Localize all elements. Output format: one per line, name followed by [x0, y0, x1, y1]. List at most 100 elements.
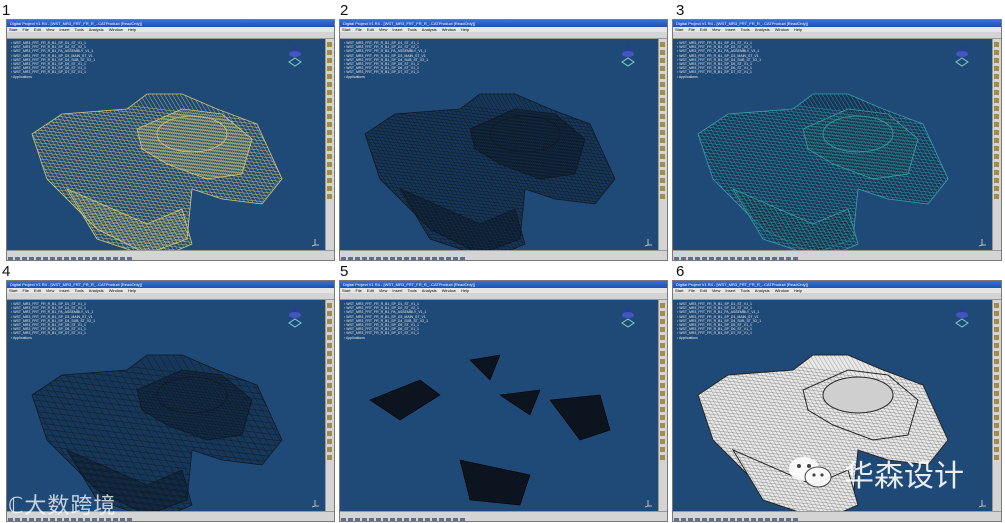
toolbar-button-icon[interactable] [327, 146, 332, 151]
toolbar-button-icon[interactable] [674, 518, 679, 521]
toolbar-button-icon[interactable] [660, 375, 665, 380]
toolbar-button-icon[interactable] [660, 439, 665, 444]
toolbar-button-icon[interactable] [425, 518, 430, 521]
toolbar-button-icon[interactable] [660, 327, 665, 332]
toolbar-button-icon[interactable] [994, 303, 999, 308]
part-mesh[interactable] [7, 39, 326, 251]
toolbar-button-icon[interactable] [994, 319, 999, 324]
toolbar-button-icon[interactable] [994, 50, 999, 55]
part-mesh[interactable] [340, 39, 659, 251]
toolbar-button-icon[interactable] [994, 447, 999, 452]
toolbar-button-icon[interactable] [737, 257, 742, 260]
toolbar-button-icon[interactable] [327, 114, 332, 119]
toolbar-button-icon[interactable] [716, 518, 721, 521]
toolbar-button-icon[interactable] [779, 257, 784, 260]
toolbar-button-icon[interactable] [453, 257, 458, 260]
toolbar-button-icon[interactable] [660, 367, 665, 372]
toolbar-button-icon[interactable] [397, 518, 402, 521]
toolbar-button-icon[interactable] [327, 447, 332, 452]
toolbar-button-icon[interactable] [327, 90, 332, 95]
toolbar-button-icon[interactable] [660, 50, 665, 55]
toolbar-button-icon[interactable] [327, 130, 332, 135]
toolbar-button-icon[interactable] [660, 351, 665, 356]
toolbar-button-icon[interactable] [341, 257, 346, 260]
toolbar-button-icon[interactable] [327, 138, 332, 143]
toolbar-button-icon[interactable] [362, 257, 367, 260]
toolbar-button-icon[interactable] [994, 431, 999, 436]
toolbar-button-icon[interactable] [362, 518, 367, 521]
toolbar-button-icon[interactable] [106, 257, 111, 260]
toolbar-button-icon[interactable] [994, 98, 999, 103]
toolbar-button-icon[interactable] [327, 106, 332, 111]
toolbar-button-icon[interactable] [772, 518, 777, 521]
toolbar-button-icon[interactable] [660, 303, 665, 308]
toolbar-button-icon[interactable] [695, 257, 700, 260]
toolbar-button-icon[interactable] [327, 186, 332, 191]
toolbar-button-icon[interactable] [127, 257, 132, 260]
toolbar-button-icon[interactable] [660, 407, 665, 412]
toolbar-button-icon[interactable] [327, 327, 332, 332]
toolbar-button-icon[interactable] [127, 518, 132, 521]
toolbar-button-icon[interactable] [660, 335, 665, 340]
toolbar-button-icon[interactable] [994, 58, 999, 63]
toolbar-button-icon[interactable] [327, 74, 332, 79]
toolbar-button-icon[interactable] [688, 518, 693, 521]
toolbar-button-icon[interactable] [432, 518, 437, 521]
toolbar-button-icon[interactable] [327, 122, 332, 127]
toolbar-button-icon[interactable] [994, 383, 999, 388]
toolbar-button-icon[interactable] [348, 257, 353, 260]
toolbar-button-icon[interactable] [660, 447, 665, 452]
toolbar-button-icon[interactable] [695, 518, 700, 521]
toolbar-button-icon[interactable] [369, 257, 374, 260]
toolbar-button-icon[interactable] [390, 518, 395, 521]
toolbar-button-icon[interactable] [994, 186, 999, 191]
toolbar-button-icon[interactable] [994, 146, 999, 151]
toolbar-button-icon[interactable] [681, 257, 686, 260]
toolbar-button-icon[interactable] [327, 431, 332, 436]
toolbar-button-icon[interactable] [660, 90, 665, 95]
toolbar-button-icon[interactable] [994, 399, 999, 404]
3d-viewport[interactable]: WST_MR3_FRT_FR_R_B1_SP_D1_ST_V1_1WST_MR3… [7, 300, 326, 512]
toolbar-button-icon[interactable] [85, 257, 90, 260]
toolbar-button-icon[interactable] [660, 194, 665, 199]
toolbar-button-icon[interactable] [50, 257, 55, 260]
toolbar-button-icon[interactable] [660, 106, 665, 111]
toolbar-button-icon[interactable] [994, 455, 999, 460]
toolbar-button-icon[interactable] [751, 518, 756, 521]
toolbar-button-icon[interactable] [716, 257, 721, 260]
toolbar-button-icon[interactable] [15, 257, 20, 260]
toolbar-button-icon[interactable] [994, 327, 999, 332]
toolbar-button-icon[interactable] [113, 257, 118, 260]
toolbar-button-icon[interactable] [751, 257, 756, 260]
toolbar-button-icon[interactable] [43, 257, 48, 260]
toolbar-button-icon[interactable] [369, 518, 374, 521]
toolbar-button-icon[interactable] [660, 58, 665, 63]
toolbar-button-icon[interactable] [994, 154, 999, 159]
toolbar-button-icon[interactable] [327, 303, 332, 308]
toolbar-button-icon[interactable] [709, 257, 714, 260]
toolbar-button-icon[interactable] [327, 311, 332, 316]
toolbar-button-icon[interactable] [418, 518, 423, 521]
toolbar-button-icon[interactable] [660, 178, 665, 183]
3d-viewport[interactable]: WST_MR3_FRT_FR_R_B1_SP_D1_ST_V1_1WST_MR3… [340, 39, 659, 251]
toolbar-button-icon[interactable] [8, 257, 13, 260]
toolbar-button-icon[interactable] [730, 257, 735, 260]
toolbar-button-icon[interactable] [460, 257, 465, 260]
toolbar-button-icon[interactable] [994, 335, 999, 340]
part-mesh[interactable] [7, 300, 326, 512]
toolbar-button-icon[interactable] [994, 122, 999, 127]
toolbar-button-icon[interactable] [994, 42, 999, 47]
toolbar-button-icon[interactable] [348, 518, 353, 521]
toolbar-button-icon[interactable] [383, 257, 388, 260]
toolbar-button-icon[interactable] [327, 335, 332, 340]
toolbar-button-icon[interactable] [772, 257, 777, 260]
toolbar-button-icon[interactable] [660, 130, 665, 135]
toolbar-button-icon[interactable] [994, 343, 999, 348]
toolbar-button-icon[interactable] [327, 391, 332, 396]
toolbar-button-icon[interactable] [660, 391, 665, 396]
toolbar-button-icon[interactable] [327, 455, 332, 460]
toolbar-button-icon[interactable] [22, 257, 27, 260]
toolbar-button-icon[interactable] [64, 257, 69, 260]
toolbar-button-icon[interactable] [737, 518, 742, 521]
toolbar-button-icon[interactable] [702, 257, 707, 260]
